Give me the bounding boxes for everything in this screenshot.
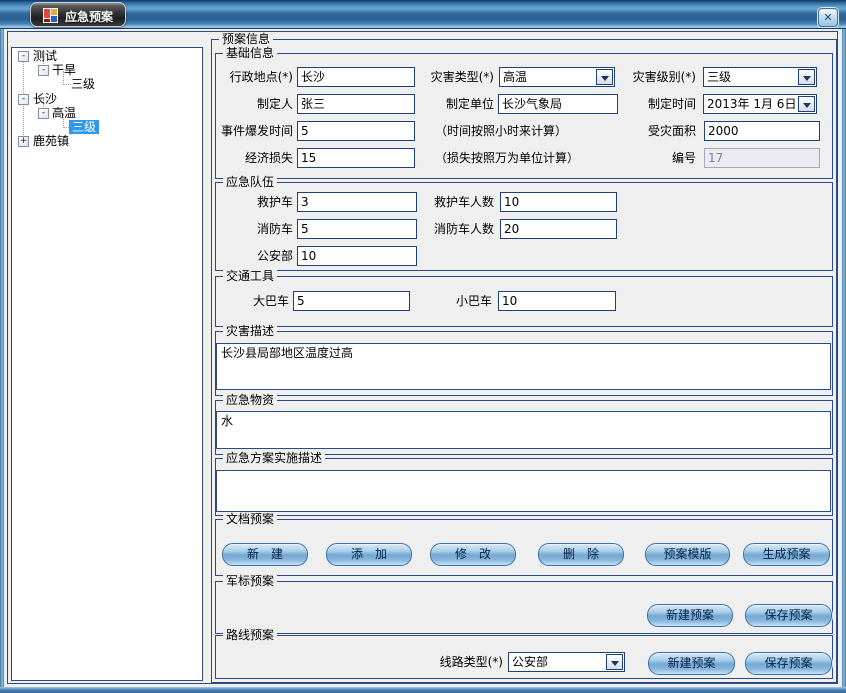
- line-type-select[interactable]: 公安部: [508, 652, 625, 672]
- new-button[interactable]: 新 建: [222, 543, 308, 566]
- plan-template-button[interactable]: 预案模版: [645, 543, 730, 566]
- disaster-level-dropdown-button[interactable]: [798, 69, 815, 85]
- tree-expander-icon[interactable]: -: [18, 94, 29, 105]
- outbreak-time-note: （时间按照小时来计算）: [435, 121, 567, 141]
- disaster-level-value: 三级: [707, 68, 796, 86]
- add-button[interactable]: 添 加: [326, 543, 412, 566]
- affected-area-label: 受灾面积: [612, 121, 696, 141]
- fire-truck-people-input[interactable]: 20: [500, 219, 617, 239]
- disaster-type-select[interactable]: 高温: [499, 67, 615, 87]
- transport-group-title: 交通工具: [223, 270, 277, 283]
- tree-item[interactable]: 长沙: [33, 92, 57, 106]
- disaster-type-dropdown-button[interactable]: [596, 69, 613, 85]
- chevron-down-icon: [803, 103, 811, 112]
- economic-loss-input[interactable]: 15: [297, 148, 415, 168]
- tree-item[interactable]: 干旱: [52, 63, 76, 77]
- disaster-level-label: 灾害级别(*): [612, 67, 696, 87]
- create-time-datepicker[interactable]: 2013年 1月 6日: [703, 94, 817, 114]
- military-plan-group-title: 军标预案: [223, 575, 277, 588]
- app-icon: [43, 8, 58, 23]
- title-tab: 应急预案: [30, 2, 126, 27]
- admin-location-label: 行政地点(*): [210, 67, 293, 87]
- disaster-type-label: 灾害类型(*): [410, 67, 494, 87]
- tree-expander-icon[interactable]: +: [18, 136, 29, 147]
- ambulance-people-input[interactable]: 10: [500, 192, 617, 212]
- economic-loss-note: （损失按照万为单位计算）: [435, 148, 579, 168]
- ambulance-input[interactable]: 3: [297, 192, 417, 212]
- ambulance-people-label: 救护车人数: [410, 192, 494, 212]
- chevron-down-icon: [611, 661, 619, 670]
- impl-desc-group-title: 应急方案实施描述: [223, 452, 325, 465]
- tree-item[interactable]: 三级: [71, 77, 95, 91]
- window-bottom-border: [0, 687, 846, 693]
- disaster-desc-group-title: 灾害描述: [223, 325, 277, 338]
- disaster-desc-textarea[interactable]: 长沙县局部地区温度过高: [216, 343, 831, 390]
- disaster-type-value: 高温: [503, 68, 594, 86]
- basic-info-group-title: 基础信息: [223, 47, 277, 60]
- tree-item[interactable]: 测试: [33, 49, 57, 63]
- close-icon: ✕: [823, 11, 832, 24]
- serial-number-field: 17: [704, 148, 820, 168]
- modify-button[interactable]: 修 改: [430, 543, 516, 566]
- military-plan-group: [215, 581, 833, 634]
- window-left-border: [0, 29, 4, 687]
- application-window: 应急预案 ✕ - 测试 - 干旱 三级 - 长沙 - 高温 三级 + 鹿苑镇 预…: [0, 0, 846, 693]
- delete-button[interactable]: 删 除: [538, 543, 624, 566]
- fire-truck-label: 消防车: [210, 219, 293, 239]
- mini-bus-input[interactable]: 10: [498, 291, 616, 311]
- outbreak-time-input[interactable]: 5: [297, 121, 415, 141]
- disaster-level-select[interactable]: 三级: [703, 67, 817, 87]
- military-new-plan-button[interactable]: 新建预案: [647, 604, 733, 627]
- ambulance-label: 救护车: [210, 192, 293, 212]
- emergency-team-group-title: 应急队伍: [223, 176, 277, 189]
- fire-truck-people-label: 消防车人数: [410, 219, 494, 239]
- big-bus-input[interactable]: 5: [293, 291, 410, 311]
- close-button[interactable]: ✕: [818, 8, 838, 27]
- military-save-plan-button[interactable]: 保存预案: [745, 604, 832, 627]
- route-new-plan-button[interactable]: 新建预案: [648, 652, 735, 675]
- tree-expander-icon[interactable]: -: [38, 108, 49, 119]
- admin-location-input[interactable]: 长沙: [297, 67, 415, 87]
- create-unit-label: 制定单位: [410, 94, 494, 114]
- economic-loss-label: 经济损失: [210, 148, 293, 168]
- fire-truck-input[interactable]: 5: [297, 219, 417, 239]
- affected-area-input[interactable]: 2000: [704, 121, 820, 141]
- supplies-group-title: 应急物资: [223, 394, 277, 407]
- outbreak-time-label: 事件爆发时间: [210, 121, 293, 141]
- create-time-value: 2013年 1月 6日: [707, 95, 796, 113]
- doc-plan-group: [215, 519, 833, 576]
- plan-info-group-title: 预案信息: [219, 33, 273, 46]
- mini-bus-label: 小巴车: [405, 291, 492, 311]
- police-label: 公安部: [210, 246, 293, 266]
- window-title: 应急预案: [65, 8, 113, 25]
- supplies-textarea[interactable]: 水: [216, 411, 831, 449]
- creator-input[interactable]: 张三: [297, 94, 415, 114]
- doc-plan-group-title: 文档预案: [223, 513, 277, 526]
- tree-expander-icon[interactable]: -: [38, 65, 49, 76]
- window-right-border: [842, 29, 846, 687]
- tree-item[interactable]: 高温: [52, 106, 76, 120]
- create-time-dropdown-button[interactable]: [798, 96, 815, 112]
- create-unit-input[interactable]: 长沙气象局: [498, 94, 618, 114]
- creator-label: 制定人: [210, 94, 293, 114]
- titlebar: [0, 0, 846, 29]
- tree-expander-icon[interactable]: -: [18, 51, 29, 62]
- big-bus-label: 大巴车: [205, 291, 289, 311]
- route-plan-group-title: 路线预案: [223, 629, 277, 642]
- chevron-down-icon: [803, 76, 811, 85]
- line-type-value: 公安部: [512, 653, 604, 671]
- tree-item-selected[interactable]: 三级: [69, 120, 99, 134]
- police-input[interactable]: 10: [297, 246, 417, 266]
- create-time-label: 制定时间: [612, 94, 696, 114]
- impl-desc-textarea[interactable]: [216, 470, 831, 512]
- line-type-label: 线路类型(*): [415, 652, 503, 672]
- chevron-down-icon: [601, 76, 609, 85]
- route-save-plan-button[interactable]: 保存预案: [745, 652, 832, 675]
- tree-item[interactable]: 鹿苑镇: [33, 134, 69, 148]
- serial-number-label: 编号: [612, 148, 696, 168]
- line-type-dropdown-button[interactable]: [606, 654, 623, 670]
- generate-plan-button[interactable]: 生成预案: [743, 543, 830, 566]
